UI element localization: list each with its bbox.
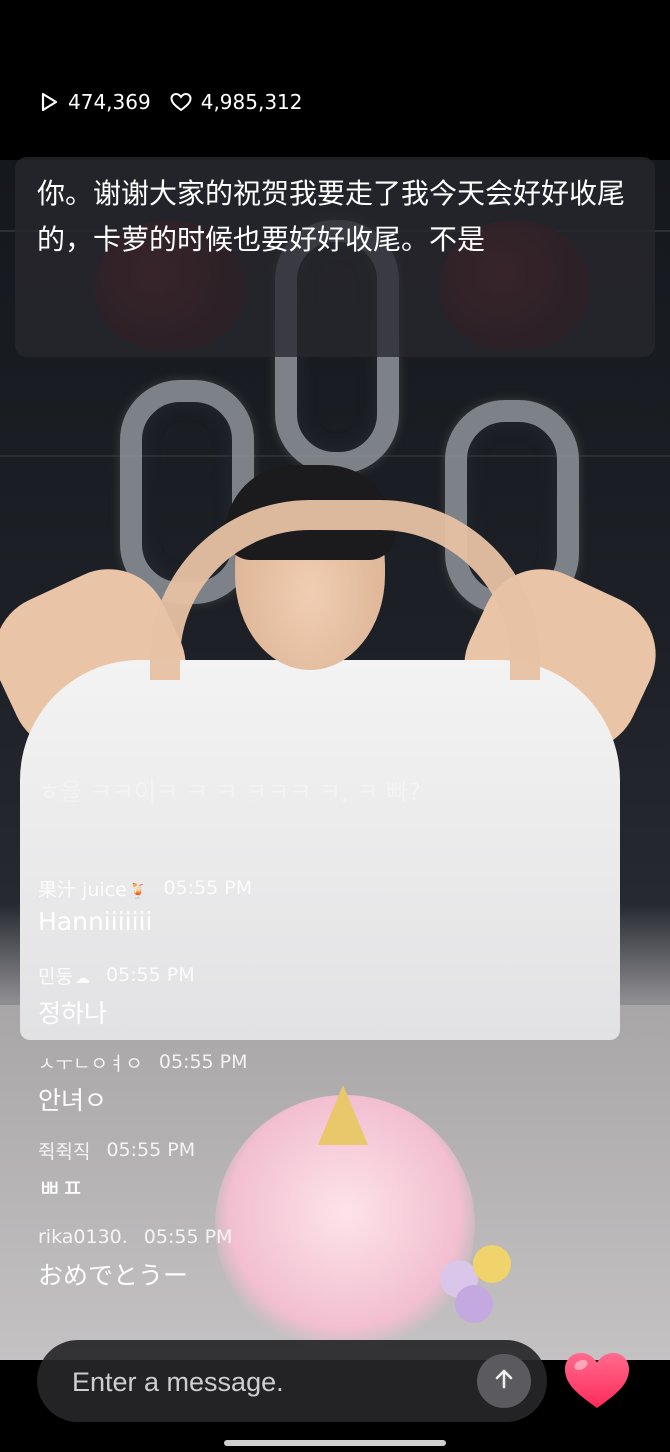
stream-stats: 474,369 4,985,312 — [38, 88, 303, 116]
arrow-up-icon — [491, 1366, 517, 1396]
chat-text: Hanniiiiiii — [38, 907, 153, 936]
message-input[interactable] — [70, 1340, 454, 1424]
chat-text: おめでとうー — [38, 1261, 189, 1290]
heart-outline-icon — [169, 91, 193, 113]
chat-username: 쥑쥑직 — [38, 1140, 91, 1163]
view-count: 474,369 — [38, 90, 151, 114]
chat-message: ㅅㅜㄴㅇㅕㅇ 05:55 PM 안녀ㅇ — [38, 1049, 248, 1117]
chat-username: 果汁 juice 🍹 — [38, 878, 148, 901]
small-balloon — [473, 1245, 511, 1283]
chat-text: ㅃㅍ — [38, 1174, 85, 1203]
subtitle-box: 你。谢谢大家的祝贺我要走了我今天会好好收尾的，卡萝的时候也要好好收尾。不是 — [15, 157, 655, 357]
chat-message: rika0130. 05:55 PM おめでとうー — [38, 1224, 232, 1292]
like-count: 4,985,312 — [169, 90, 303, 114]
chat-text: 정하나 — [38, 999, 108, 1028]
heart-icon — [561, 1350, 633, 1416]
view-count-value: 474,369 — [68, 90, 151, 114]
chat-message: 민둥 ☁ 05:55 PM 정하나 — [38, 962, 195, 1030]
cloud-icon: ☁ — [74, 968, 90, 987]
chat-timestamp: 05:55 PM — [158, 1051, 248, 1073]
chat-text: 안녀ㅇ — [38, 1086, 108, 1115]
chat-timestamp: 05:55 PM — [143, 1226, 233, 1248]
drink-icon: 🍹 — [128, 881, 148, 900]
subtitle-text: 你。谢谢大家的祝贺我要走了我今天会好好收尾的，卡萝的时候也要好好收尾。不是 — [37, 177, 626, 256]
chat-message: 果汁 juice 🍹 05:55 PM Hanniiiiiii — [38, 875, 252, 936]
like-button[interactable] — [560, 1350, 634, 1416]
chat-timestamp: 05:55 PM — [105, 964, 195, 986]
live-stream-screen: 474,369 4,985,312 你。谢谢大家的祝贺我要走了我今天会好好收尾的… — [0, 0, 670, 1452]
send-button[interactable] — [477, 1354, 531, 1408]
like-count-value: 4,985,312 — [200, 90, 303, 114]
chat-username: ㅅㅜㄴㅇㅕㅇ — [38, 1052, 143, 1075]
message-bar — [37, 1340, 547, 1424]
chat-username: 민둥 ☁ — [38, 965, 90, 988]
faded-chat-message: ㅎ을 ㅋㅋ이ㅋ ㅋ ㅋ ㅋㅋㅋ ㅋ, ㅋ 빠? — [38, 778, 421, 806]
chat-timestamp: 05:55 PM — [106, 1139, 196, 1161]
party-hat — [318, 1085, 368, 1145]
chat-timestamp: 05:55 PM — [163, 877, 253, 899]
chat-message: 쥑쥑직 05:55 PM ㅃㅍ — [38, 1137, 195, 1205]
play-icon — [38, 91, 60, 113]
small-balloon — [455, 1285, 493, 1323]
home-indicator[interactable] — [224, 1440, 446, 1446]
chat-username: rika0130. — [38, 1226, 128, 1248]
